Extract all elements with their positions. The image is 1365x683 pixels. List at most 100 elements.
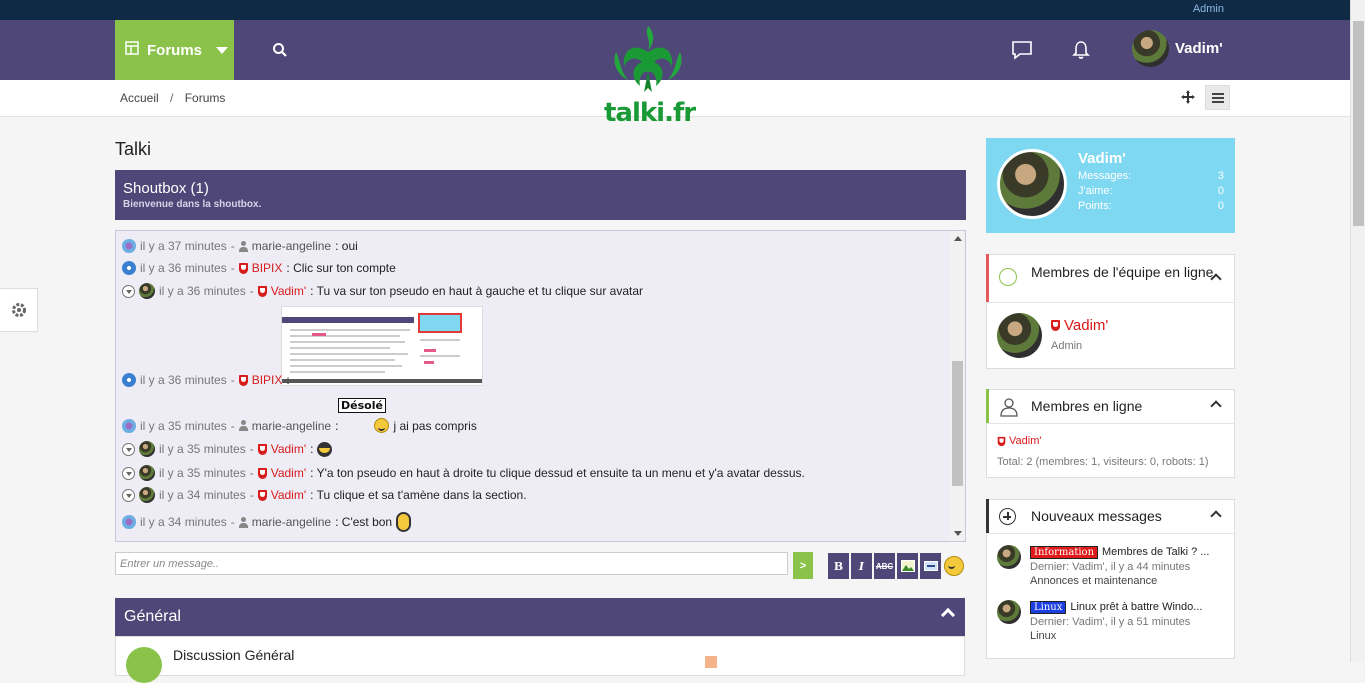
image-button[interactable] [897, 553, 918, 579]
page-scrollbar-thumb[interactable] [1353, 21, 1364, 226]
shout-message: il y a 35 minutes - Vadim': [122, 441, 333, 457]
user-avatar-icon [122, 515, 136, 529]
message-time: il y a 37 minutes [140, 239, 227, 253]
page-scrollbar[interactable] [1350, 0, 1365, 662]
expand-toggle-icon[interactable] [122, 442, 135, 456]
message-user[interactable]: BIPIX [252, 261, 283, 275]
bell-icon[interactable] [1072, 40, 1090, 63]
thread-title[interactable]: Linux prêt à battre Windo... [1070, 601, 1202, 613]
link-button[interactable] [920, 553, 941, 579]
widget-title: Membres en ligne [1031, 398, 1143, 414]
style-chooser-tab[interactable] [0, 288, 38, 332]
message-text: : [335, 418, 339, 433]
shout-message: il y a 34 minutes - marie-angeline : C'est… [122, 512, 412, 532]
logo-wordmark: talki.fr [604, 98, 696, 128]
italic-button[interactable]: I [851, 553, 872, 579]
breadcrumb-home[interactable]: Accueil [120, 91, 159, 105]
search-icon[interactable] [272, 42, 288, 61]
message-user[interactable]: marie-angeline [252, 515, 331, 529]
forum-list: Discussion Général [115, 636, 965, 683]
plus-circle-icon [999, 508, 1016, 525]
shout-message: il y a 35 minutes - Vadim': Y'a ton pseud… [122, 465, 805, 481]
user-avatar-icon [122, 418, 136, 433]
user-avatar-icon [122, 261, 136, 275]
forums-menu-button[interactable]: Forums [115, 20, 234, 80]
admin-shield-icon [257, 443, 267, 455]
message-time: il y a 34 minutes [140, 515, 227, 529]
general-category-header[interactable]: Général [115, 598, 965, 636]
shoutbox-send-button[interactable]: > [793, 552, 813, 579]
scroll-down-arrow-icon[interactable] [954, 531, 962, 536]
separator: - [230, 515, 235, 529]
expand-toggle-icon[interactable] [122, 488, 135, 502]
message-user[interactable]: Vadim' [271, 284, 306, 298]
widget-header[interactable]: Membres en ligne [987, 390, 1234, 424]
message-text: : oui [335, 239, 358, 253]
caret-down-icon [216, 46, 229, 54]
message-user[interactable]: marie-angeline [252, 419, 331, 433]
message-user[interactable]: Vadim' [271, 488, 306, 502]
message-text: : Y'a ton pseudo en haut à droite tu cli… [310, 466, 805, 480]
page-title: Talki [115, 139, 152, 159]
profile-stat: J'aime: 0 [1078, 185, 1224, 197]
expand-toggle-icon[interactable] [122, 466, 135, 480]
user-menu[interactable]: Vadim' [1132, 30, 1223, 67]
move-arrows-icon[interactable] [1180, 89, 1196, 108]
avatar[interactable] [997, 313, 1042, 358]
stat-label: J'aime: [1078, 185, 1113, 197]
thread-forum[interactable]: Linux [1030, 629, 1056, 643]
shoutbox-scrollbar-thumb[interactable] [952, 361, 963, 486]
team-member[interactable]: Vadim' [1051, 317, 1108, 334]
rss-icon[interactable] [705, 656, 717, 668]
profile-stat: Points: 0 [1078, 200, 1224, 212]
separator: - [230, 418, 235, 433]
expand-toggle-icon[interactable] [122, 284, 135, 298]
member-name: Vadim' [1009, 435, 1042, 447]
profile-stat: Messages: 3 [1078, 170, 1224, 182]
stat-label: Points: [1078, 200, 1112, 212]
online-member[interactable]: Vadim' [997, 435, 1041, 447]
collapse-chevron-icon[interactable] [1210, 400, 1222, 412]
shoutbox-messages[interactable]: il y a 37 minutes - marie-angeline : oui i… [115, 230, 966, 542]
forums-menu-label: Forums [147, 41, 203, 59]
collapse-chevron-icon[interactable] [940, 607, 956, 623]
smiley-picker-button[interactable] [943, 553, 964, 579]
site-logo[interactable]: talki.fr [604, 22, 696, 128]
online-total: Total: 2 (membres: 1, visiteurs: 0, robo… [997, 456, 1209, 468]
shout-message: il y a 36 minutes - BIPIX: [122, 373, 290, 387]
forums-grid-icon [125, 41, 139, 59]
member-role: Admin [1051, 340, 1083, 352]
message-time: il y a 35 minutes [159, 442, 246, 456]
message-user[interactable]: Vadim' [271, 442, 306, 456]
message-text: : Tu va sur ton pseudo en haut à gauche … [310, 284, 644, 298]
collapse-chevron-icon[interactable] [1210, 510, 1222, 522]
message-user[interactable]: BIPIX [252, 373, 283, 387]
bold-button[interactable]: B [828, 553, 849, 579]
message-user[interactable]: marie-angeline [252, 239, 331, 253]
forum-title[interactable]: Discussion Général [173, 647, 294, 663]
screenshot-image[interactable] [281, 306, 483, 386]
profile-name[interactable]: Vadim' [1078, 150, 1126, 167]
admin-link[interactable]: Admin [1193, 3, 1224, 15]
widget-header[interactable]: Membres de l'équipe en ligne [987, 255, 1234, 303]
shout-message: il y a 35 minutes - marie-angeline: j ai … [122, 418, 477, 433]
conversations-icon[interactable] [1011, 40, 1033, 63]
breadcrumb: Accueil / Forums [120, 91, 225, 105]
message-user[interactable]: Vadim' [271, 466, 306, 480]
message-text: : C'est bon [335, 515, 393, 529]
thread-title[interactable]: Membres de Talki ? ... [1102, 546, 1209, 558]
user-avatar-icon [139, 441, 155, 457]
shoutbox-scrollbar[interactable] [950, 231, 965, 541]
thread-forum[interactable]: Annonces et maintenance [1030, 574, 1157, 588]
avatar[interactable] [997, 149, 1067, 219]
breadcrumb-current[interactable]: Forums [185, 91, 226, 105]
strike-button[interactable]: ABC [874, 553, 895, 579]
prefix-tag: Linux [1030, 601, 1067, 614]
shoutbox-input[interactable]: Entrer un message.. [115, 552, 788, 575]
widget-header[interactable]: Nouveaux messages [987, 500, 1234, 534]
list-view-icon[interactable] [1205, 85, 1230, 110]
gear-icon [11, 303, 26, 317]
message-text: j ai pas compris [393, 418, 477, 433]
laughing-smiley-icon [317, 441, 333, 457]
scroll-up-arrow-icon[interactable] [954, 236, 962, 241]
